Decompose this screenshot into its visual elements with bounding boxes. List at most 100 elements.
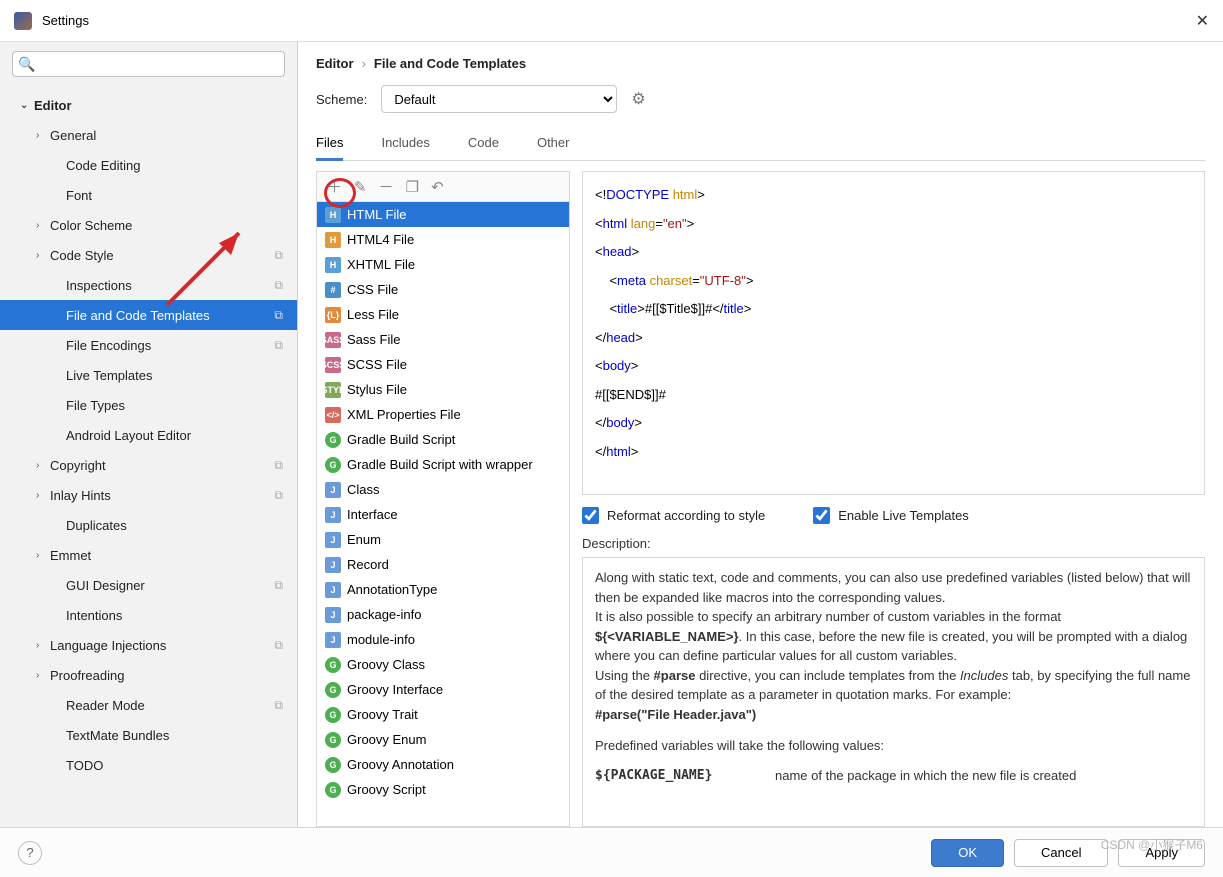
template-item[interactable]: </>XML Properties File xyxy=(317,402,569,427)
tree-item[interactable]: Reader Mode⧉ xyxy=(0,690,297,720)
scope-icon: ⧉ xyxy=(274,248,283,263)
chevron-icon: › xyxy=(36,220,50,231)
template-list[interactable]: HHTML FileHHTML4 FileHXHTML File # CSS Fil… xyxy=(317,202,569,826)
tree-item-label: Live Templates xyxy=(66,368,152,383)
remove-icon[interactable]: － xyxy=(379,176,394,197)
template-item-label: Enum xyxy=(347,532,381,547)
template-item[interactable]: GGroovy Enum xyxy=(317,727,569,752)
ok-button[interactable]: OK xyxy=(931,839,1004,867)
tab-includes[interactable]: Includes xyxy=(381,135,429,160)
tree-item[interactable]: ›Copyright⧉ xyxy=(0,450,297,480)
tree-item[interactable]: Intentions xyxy=(0,600,297,630)
tree-item[interactable]: File Types xyxy=(0,390,297,420)
scheme-select[interactable]: Default xyxy=(381,85,617,113)
template-item[interactable]: STYLStylus File xyxy=(317,377,569,402)
template-item[interactable]: GGroovy Interface xyxy=(317,677,569,702)
template-item-label: Less File xyxy=(347,307,399,322)
add-icon[interactable]: ＋ xyxy=(327,176,342,197)
breadcrumb-parent[interactable]: Editor xyxy=(316,56,354,71)
tree-item-label: Android Layout Editor xyxy=(66,428,191,443)
edit-icon[interactable]: ✎ xyxy=(354,178,367,196)
template-item[interactable]: GGroovy Annotation xyxy=(317,752,569,777)
template-item[interactable]: GGroovy Script xyxy=(317,777,569,802)
tree-item-label: Intentions xyxy=(66,608,122,623)
template-item[interactable]: GGradle Build Script xyxy=(317,427,569,452)
template-item[interactable]: GGroovy Class xyxy=(317,652,569,677)
tree-item[interactable]: File and Code Templates⧉ xyxy=(0,300,297,330)
file-type-icon: G xyxy=(325,432,341,448)
template-item[interactable]: JAnnotationType xyxy=(317,577,569,602)
chevron-icon: › xyxy=(36,250,50,261)
tree-item[interactable]: ›Emmet xyxy=(0,540,297,570)
settings-tree[interactable]: ⌄Editor›GeneralCode EditingFont›Color Sc… xyxy=(0,86,297,827)
tree-item-label: Proofreading xyxy=(50,668,124,683)
tree-item[interactable]: ›Code Style⧉ xyxy=(0,240,297,270)
scope-icon: ⧉ xyxy=(274,488,283,503)
template-item-label: Class xyxy=(347,482,380,497)
template-code-editor[interactable]: <!DOCTYPE html> <html lang="en"> <head> … xyxy=(582,171,1205,495)
template-item[interactable]: {L} Less File xyxy=(317,302,569,327)
template-item[interactable]: JRecord xyxy=(317,552,569,577)
tree-item-label: General xyxy=(50,128,96,143)
tree-item[interactable]: File Encodings⧉ xyxy=(0,330,297,360)
template-item-label: CSS File xyxy=(347,282,398,297)
template-item[interactable]: HHTML File xyxy=(317,202,569,227)
tree-item-label: File Encodings xyxy=(66,338,151,353)
undo-icon[interactable]: ↶ xyxy=(431,178,444,196)
tree-item[interactable]: Live Templates xyxy=(0,360,297,390)
gear-icon[interactable]: ⚙ xyxy=(631,89,645,109)
template-item[interactable]: Jmodule-info xyxy=(317,627,569,652)
tree-item[interactable]: TODO xyxy=(0,750,297,780)
tree-item[interactable]: ⌄Editor xyxy=(0,90,297,120)
file-type-icon: # xyxy=(325,282,341,298)
template-item[interactable]: Jpackage-info xyxy=(317,602,569,627)
tab-code[interactable]: Code xyxy=(468,135,499,160)
breadcrumb-current: File and Code Templates xyxy=(374,56,526,71)
copy-icon[interactable]: ❐ xyxy=(406,178,419,196)
tree-item-label: TextMate Bundles xyxy=(66,728,169,743)
chevron-icon: › xyxy=(36,130,50,141)
scope-icon: ⧉ xyxy=(274,308,283,323)
template-item[interactable]: GGroovy Trait xyxy=(317,702,569,727)
tree-item[interactable]: ›Color Scheme xyxy=(0,210,297,240)
template-item[interactable]: JClass xyxy=(317,477,569,502)
tab-other[interactable]: Other xyxy=(537,135,570,160)
file-type-icon: {L} xyxy=(325,307,341,323)
template-item[interactable]: SASSSass File xyxy=(317,327,569,352)
help-icon[interactable]: ? xyxy=(18,841,42,865)
tree-item[interactable]: Code Editing xyxy=(0,150,297,180)
template-item[interactable]: SCSSSCSS File xyxy=(317,352,569,377)
file-type-icon: J xyxy=(325,532,341,548)
template-item[interactable]: HXHTML File xyxy=(317,252,569,277)
tree-item[interactable]: Font xyxy=(0,180,297,210)
reformat-checkbox[interactable]: Reformat according to style xyxy=(582,507,765,524)
tree-item[interactable]: Inspections⧉ xyxy=(0,270,297,300)
template-item[interactable]: # CSS File xyxy=(317,277,569,302)
template-item-label: Groovy Annotation xyxy=(347,757,454,772)
tree-item[interactable]: ›General xyxy=(0,120,297,150)
tree-item[interactable]: ›Inlay Hints⧉ xyxy=(0,480,297,510)
cancel-button[interactable]: Cancel xyxy=(1014,839,1108,867)
scope-icon: ⧉ xyxy=(274,278,283,293)
tree-item-label: Duplicates xyxy=(66,518,127,533)
tree-item[interactable]: ›Proofreading xyxy=(0,660,297,690)
tab-files[interactable]: Files xyxy=(316,135,343,161)
close-icon[interactable]: ✕ xyxy=(1196,11,1209,31)
template-item[interactable]: GGradle Build Script with wrapper xyxy=(317,452,569,477)
template-item-label: Stylus File xyxy=(347,382,407,397)
tree-item[interactable]: Duplicates xyxy=(0,510,297,540)
scope-icon: ⧉ xyxy=(274,578,283,593)
tree-item[interactable]: Android Layout Editor xyxy=(0,420,297,450)
template-tabs: Files Includes Code Other xyxy=(316,135,1205,161)
file-type-icon: G xyxy=(325,457,341,473)
tree-item[interactable]: GUI Designer⧉ xyxy=(0,570,297,600)
template-item[interactable]: J Enum xyxy=(317,527,569,552)
settings-search-input[interactable] xyxy=(12,51,285,77)
live-templates-checkbox[interactable]: Enable Live Templates xyxy=(813,507,969,524)
apply-button[interactable]: Apply xyxy=(1118,839,1205,867)
tree-item[interactable]: ›Language Injections⧉ xyxy=(0,630,297,660)
template-item[interactable]: JInterface xyxy=(317,502,569,527)
template-list-panel: ＋ ✎ － ❐ ↶ HHTML FileHHTML4 FileHXHTML Fi… xyxy=(316,171,570,827)
template-item[interactable]: HHTML4 File xyxy=(317,227,569,252)
tree-item[interactable]: TextMate Bundles xyxy=(0,720,297,750)
